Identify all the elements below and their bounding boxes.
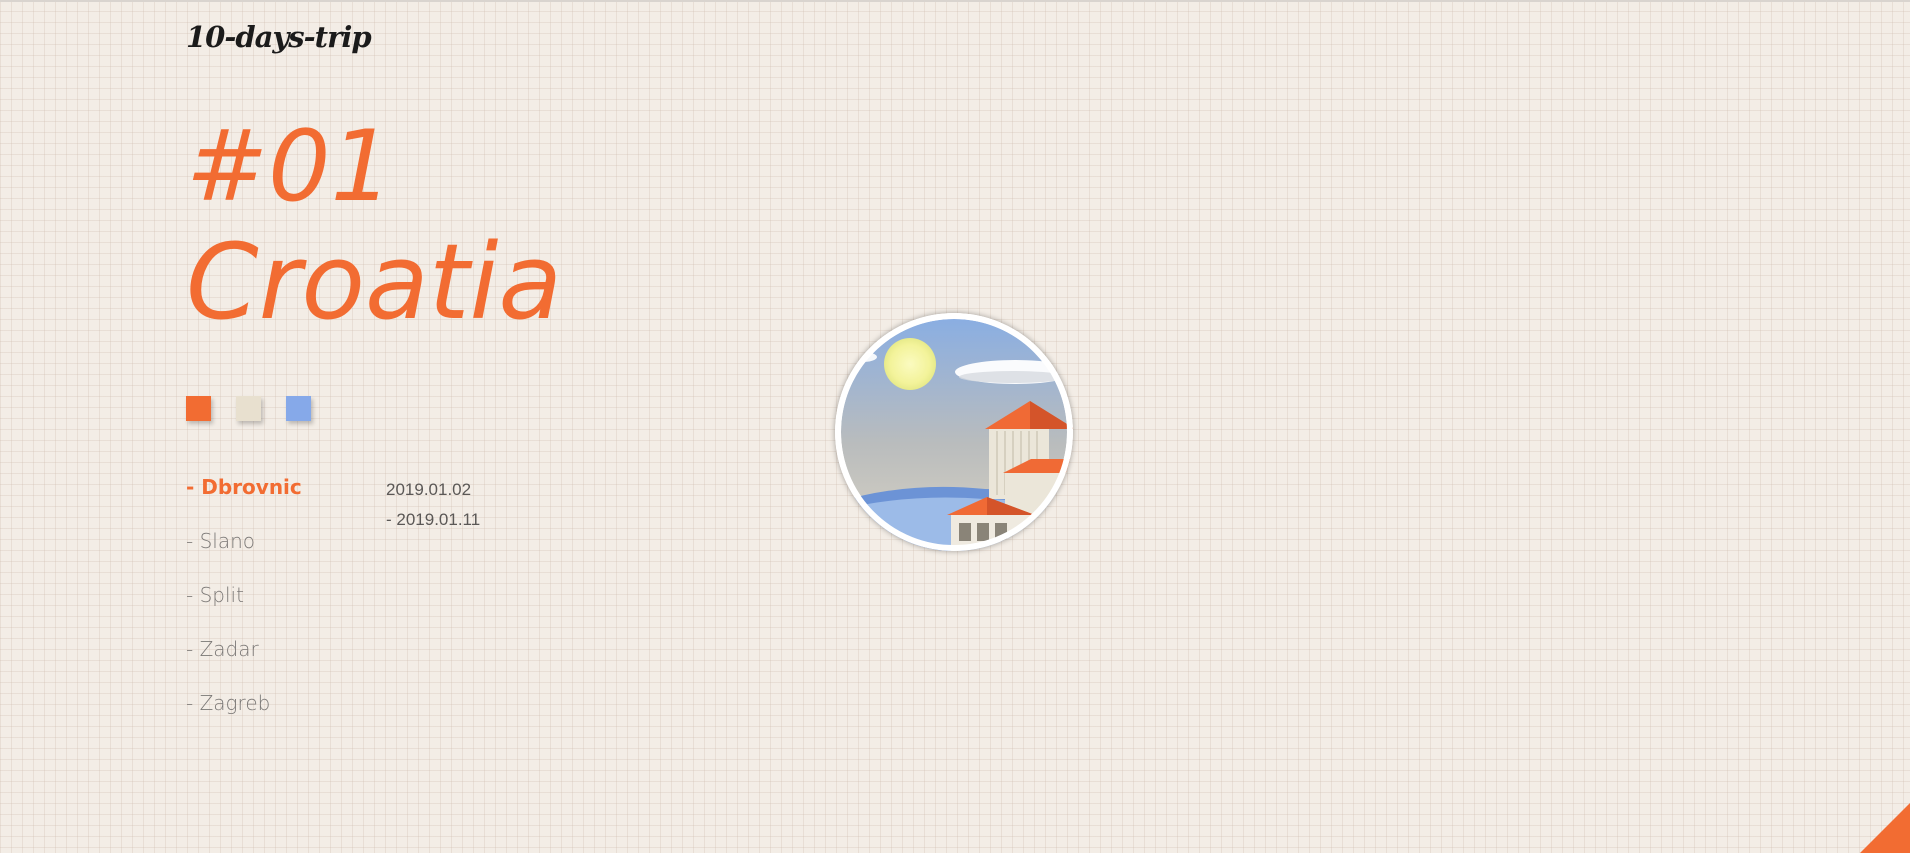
city-list: - Dbrovnic - Slano - Split - Zadar - Zag… xyxy=(186,473,302,743)
trip-dates: 2019.01.02 - 2019.01.11 xyxy=(386,475,480,535)
start-date: 2019.01.02 xyxy=(386,480,472,499)
color-swatch-orange[interactable] xyxy=(186,396,211,421)
trip-number: #01 xyxy=(186,110,393,224)
trip-country-title: Croatia xyxy=(186,221,563,343)
color-swatch-beige[interactable] xyxy=(236,396,261,421)
city-item-split[interactable]: - Split xyxy=(186,581,302,635)
city-item-slano[interactable]: - Slano xyxy=(186,527,302,581)
city-illustration-svg xyxy=(835,313,1073,551)
sun-icon xyxy=(884,338,936,390)
city-illustration xyxy=(835,313,1073,551)
city-item-zagreb[interactable]: - Zagreb xyxy=(186,689,302,743)
city-item-dbrovnic[interactable]: - Dbrovnic xyxy=(186,473,302,527)
corner-triangle-icon[interactable] xyxy=(1860,803,1910,853)
site-logo[interactable]: 10-days-trip xyxy=(186,20,372,54)
color-swatches xyxy=(186,396,311,421)
city-item-zadar[interactable]: - Zadar xyxy=(186,635,302,689)
color-swatch-blue[interactable] xyxy=(286,396,311,421)
end-date: - 2019.01.11 xyxy=(386,510,481,529)
